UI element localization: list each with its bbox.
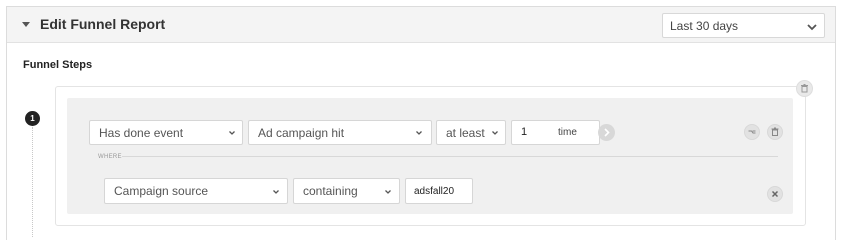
chevron-down-icon [492,131,498,135]
chevron-down-icon [273,190,279,194]
event-name-select[interactable]: Ad campaign hit [248,120,432,145]
where-label: WHERE [98,154,122,160]
frequency-select[interactable]: at least [436,120,506,145]
frequency-value: at least [446,126,485,140]
caret-down-icon[interactable] [22,22,30,27]
step-delete-button[interactable] [796,80,813,97]
filter-options-button[interactable] [744,124,760,140]
event-mode-select[interactable]: Has done event [89,120,243,145]
panel-title: Edit Funnel Report [40,16,166,32]
trash-icon [771,127,779,136]
chevron-down-icon [385,190,391,194]
date-range-select[interactable]: Last 30 days [662,13,825,38]
next-step-button[interactable] [598,124,615,141]
filter-property-select[interactable]: Campaign source [104,178,288,204]
close-icon [771,190,779,198]
count-value: 1 [521,126,528,138]
step-number-badge: 1 [25,111,40,126]
trash-icon [801,84,808,93]
event-mode-value: Has done event [99,126,184,140]
chevron-down-icon [807,24,817,31]
filter-operator-select[interactable]: containing [293,178,400,204]
panel-header[interactable]: Edit Funnel Report Last 30 days [7,7,835,43]
chevron-right-icon [604,128,610,137]
filter-value-input[interactable]: adsfall20 [405,178,473,204]
count-unit: time [558,127,577,138]
chevron-down-icon [416,131,422,135]
date-range-value: Last 30 days [670,19,739,33]
filter-property-value: Campaign source [114,184,209,198]
filter-operator-value: containing [303,184,358,198]
filter-options-icon [748,130,756,134]
where-divider [122,156,778,157]
condition-delete-button[interactable] [767,124,783,140]
step-connector [32,127,33,237]
count-input[interactable]: 1 time [511,120,600,145]
funnel-steps-label: Funnel Steps [23,59,93,71]
chevron-down-icon [229,131,235,135]
event-name-value: Ad campaign hit [258,126,345,140]
filter-value-text: adsfall20 [414,186,455,197]
filter-remove-button[interactable] [767,186,783,202]
